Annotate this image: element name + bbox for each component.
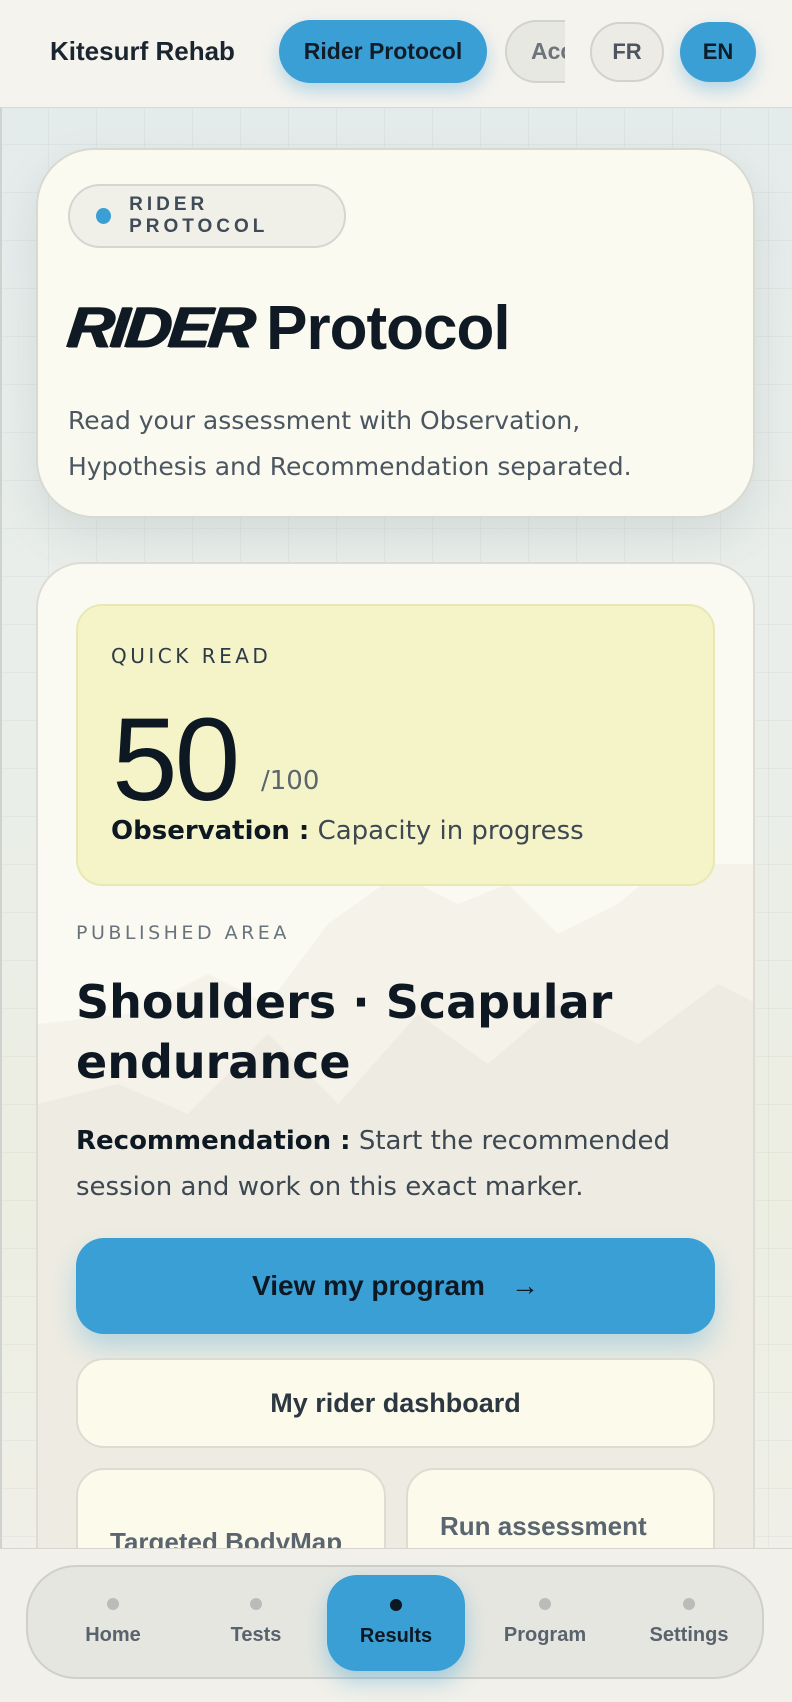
view-program-button[interactable]: View my program → [76, 1238, 715, 1334]
dot-icon [250, 1597, 262, 1610]
bottom-nav: Home Tests Results Program Settings [26, 1565, 764, 1679]
top-bar: Kitesurf Rehab Rider Protocol Acc FR EN [0, 0, 792, 108]
recommendation-text: Recommendation : Start the recommended s… [76, 1118, 696, 1210]
published-area-label: PUBLISHED AREA [76, 922, 290, 944]
hero-card: RIDER PROTOCOL Rider Protocol Read your … [36, 148, 755, 518]
frame-edge [0, 0, 2, 1702]
kicker-label: RIDER PROTOCOL [129, 194, 269, 237]
quick-read-label: QUICK READ [111, 644, 272, 668]
section-kicker: RIDER PROTOCOL [68, 184, 346, 248]
page-title-script: Rider [64, 294, 256, 360]
tab-home-label: Home [85, 1623, 141, 1646]
tab-program[interactable]: Program [480, 1567, 610, 1677]
nav-account-partial[interactable]: Acc [505, 20, 565, 83]
quick-read-panel: QUICK READ 50 /100 Observation : Capacit… [76, 604, 715, 886]
recommendation-label: Recommendation : [76, 1126, 351, 1156]
observation-value: Capacity in progress [317, 816, 584, 846]
arrow-right-icon: → [510, 1270, 539, 1301]
dot-icon [390, 1598, 402, 1611]
tab-results-label: Results [359, 1624, 433, 1647]
view-program-label: View my program [252, 1270, 485, 1301]
score-value: 50 [112, 694, 240, 826]
lang-fr-button[interactable]: FR [590, 22, 664, 82]
observation-label: Observation : [111, 816, 310, 846]
tab-home[interactable]: Home [48, 1567, 178, 1677]
page-title-main: Protocol [266, 294, 510, 363]
tab-settings-label: Settings [649, 1623, 729, 1646]
tab-settings[interactable]: Settings [624, 1567, 754, 1677]
dot-icon [107, 1597, 119, 1610]
brand-title[interactable]: Kitesurf Rehab [50, 36, 235, 67]
observation-line: Observation : Capacity in progress [111, 816, 584, 846]
nav-rider-protocol[interactable]: Rider Protocol [279, 20, 487, 83]
score-max: /100 [261, 766, 320, 796]
tab-tests[interactable]: Tests [191, 1567, 321, 1677]
page-subtitle: Read your assessment with Observation, H… [68, 406, 632, 481]
status-dot-icon [96, 208, 112, 224]
dot-icon [539, 1597, 551, 1610]
page-title: Rider Protocol [64, 290, 511, 364]
tab-program-label: Program [503, 1623, 587, 1646]
bottom-nav-area: Home Tests Results Program Settings [0, 1548, 792, 1702]
rider-dashboard-button[interactable]: My rider dashboard [76, 1358, 715, 1448]
results-card: QUICK READ 50 /100 Observation : Capacit… [36, 562, 755, 1702]
mountain-illustration [38, 864, 753, 1564]
lang-en-button[interactable]: EN [680, 22, 756, 82]
tab-results[interactable]: Results [327, 1575, 465, 1671]
dot-icon [683, 1597, 695, 1610]
published-area-title: Shoulders · Scapular endurance [76, 975, 613, 1089]
tab-tests-label: Tests [230, 1623, 282, 1646]
